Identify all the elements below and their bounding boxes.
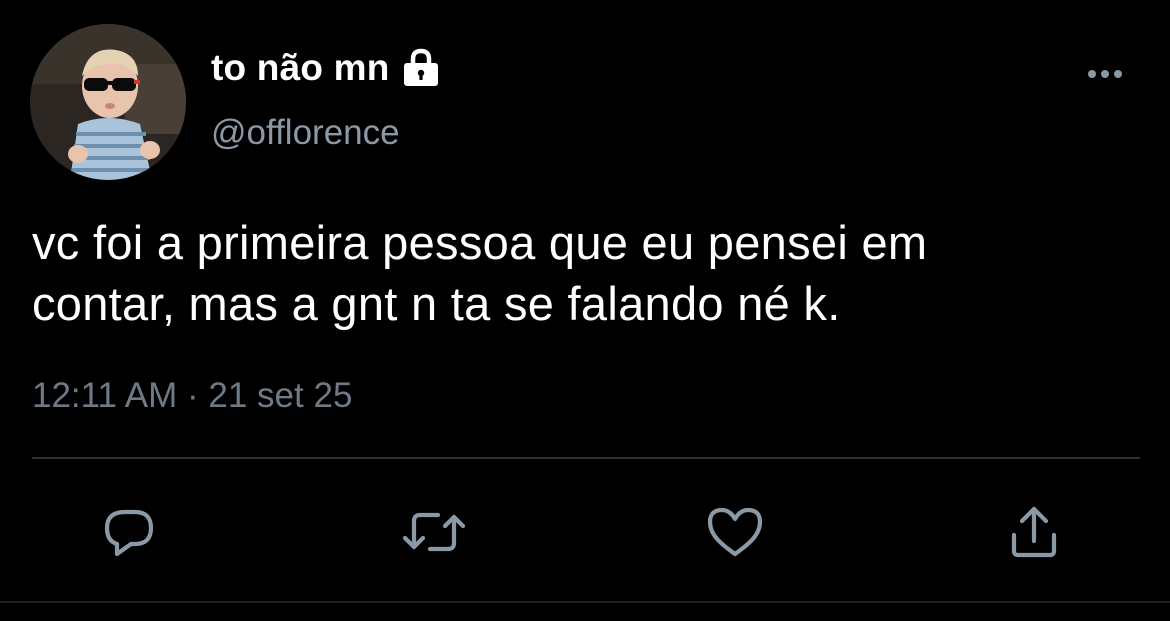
user-handle[interactable]: @offlorence bbox=[211, 113, 400, 153]
tweet-time[interactable]: 12:11 AM bbox=[32, 376, 177, 415]
more-options-button[interactable] bbox=[1082, 60, 1128, 88]
like-button[interactable] bbox=[703, 500, 767, 564]
share-icon bbox=[1011, 506, 1057, 558]
retweet-button[interactable] bbox=[402, 500, 466, 564]
tweet-meta: 12:11 AM · 21 set 25 bbox=[32, 376, 352, 416]
tweet-date[interactable]: 21 set 25 bbox=[208, 376, 352, 415]
meta-separator: · bbox=[187, 376, 199, 415]
more-options-icon bbox=[1088, 70, 1122, 78]
tweet-text: vc foi a primeira pessoa que eu pensei e… bbox=[32, 216, 928, 330]
display-name-row: to não mn bbox=[211, 44, 442, 92]
bottom-divider bbox=[0, 601, 1170, 603]
share-button[interactable] bbox=[1002, 500, 1066, 564]
retweet-icon bbox=[402, 512, 466, 552]
reply-button[interactable] bbox=[98, 500, 162, 564]
display-name[interactable]: to não mn bbox=[211, 47, 390, 89]
tweet-card: to não mn @offlorence vc foi a primeira … bbox=[0, 0, 1170, 621]
divider bbox=[32, 457, 1140, 459]
like-icon bbox=[707, 507, 763, 557]
avatar-photo bbox=[30, 24, 186, 180]
lock-icon bbox=[400, 47, 442, 89]
reply-icon bbox=[104, 509, 154, 557]
avatar[interactable] bbox=[30, 24, 186, 180]
